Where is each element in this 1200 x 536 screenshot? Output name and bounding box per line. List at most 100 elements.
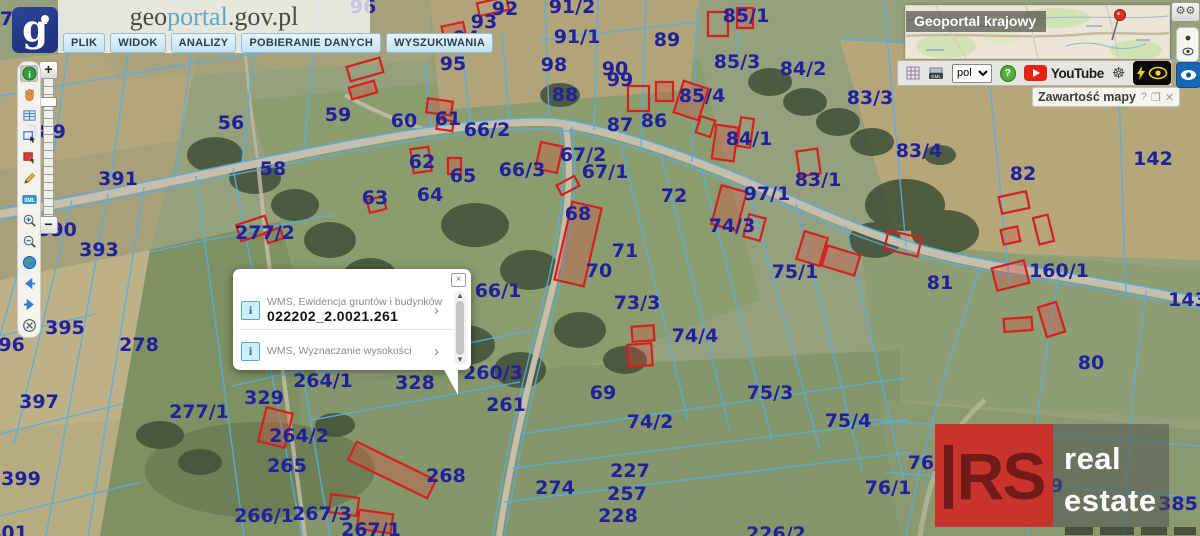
parcel-label: 266/1 [234, 505, 294, 527]
parcel-label: 396 [0, 334, 25, 356]
menu-widok[interactable]: WIDOK [110, 33, 165, 53]
popup-scrollbar[interactable]: ▲ ▼ [454, 291, 466, 365]
gml-download-button[interactable]: GML [928, 67, 944, 80]
watermark-dash [1174, 527, 1196, 535]
info-icon: i [22, 66, 37, 81]
parcel-label: 391 [98, 168, 138, 190]
zoom-out-tool-button[interactable] [20, 233, 38, 250]
parcel-label: 66/1 [475, 280, 522, 302]
select-area-button[interactable] [20, 128, 38, 145]
previous-view-button[interactable] [20, 275, 38, 292]
overview-minimap[interactable]: Geoportal krajowy [905, 5, 1170, 59]
parcel-label: 261 [486, 394, 526, 416]
lightning-icon [1136, 65, 1146, 81]
small-eye-icon [1182, 47, 1194, 56]
zoom-in-tool-button[interactable] [20, 212, 38, 229]
panel-close-icon[interactable]: ✕ [1165, 91, 1174, 104]
parcel-label: 264/1 [293, 370, 353, 392]
parcel-label: 85/4 [679, 85, 726, 107]
title-portal: portal [167, 2, 228, 31]
identify-results-popup: × i WMS, Ewidencja gruntów i budynków 02… [233, 269, 471, 370]
parcel-label: 81 [927, 272, 953, 294]
pan-tool-button[interactable] [20, 86, 38, 103]
parcel-label: 267/1 [341, 519, 401, 536]
title-geo: geo [130, 2, 168, 31]
map-contents-title: Zawartość mapy [1038, 90, 1137, 104]
xml-tool-button[interactable]: XML [20, 191, 38, 208]
info-icon: i [241, 301, 260, 320]
geoportal-logo[interactable]: g [12, 7, 58, 53]
globe-extent-button[interactable] [20, 254, 38, 271]
parcel-label: 268 [426, 465, 466, 487]
parcel-label: 328 [395, 372, 435, 394]
clear-selection-button[interactable] [20, 317, 38, 334]
popup-close-button[interactable]: × [451, 273, 466, 287]
gml-printer-icon: GML [928, 67, 944, 80]
parcel-label: 264/2 [269, 425, 329, 447]
parcel-label: 59 [325, 104, 351, 126]
gears-icon: ⚙⚙ [1176, 5, 1196, 17]
menu-pobieranie-danych[interactable]: POBIERANIE DANYCH [241, 33, 381, 53]
zoom-out-button[interactable]: − [39, 216, 58, 234]
select-red-area-button[interactable] [20, 149, 38, 166]
info-tool-button[interactable]: i [20, 65, 38, 82]
help-icon[interactable]: ? [1000, 65, 1016, 82]
parcel-label: 83/1 [795, 169, 842, 191]
scroll-up-icon[interactable]: ▲ [456, 292, 464, 300]
popup-result-row-egib[interactable]: i WMS, Ewidencja gruntów i budynków 0222… [241, 291, 441, 329]
parcel-label: 395 [45, 317, 85, 339]
parcel-label: 68 [565, 203, 591, 225]
panel-restore-icon[interactable]: ❐ [1151, 91, 1161, 104]
parcel-label: 85/1 [723, 5, 770, 27]
parcel-label: 64 [417, 184, 443, 206]
panel-help-icon[interactable]: ? [1141, 91, 1147, 103]
grid-icon [906, 66, 920, 80]
building-outline [1001, 226, 1021, 244]
grid-tool-button[interactable] [906, 66, 920, 80]
wheel-icon[interactable]: ☸ [1112, 66, 1125, 81]
parcel-label: 142 [1133, 148, 1173, 170]
menu-analizy[interactable]: ANALIZY [171, 33, 237, 53]
watermark-line1: real [1064, 438, 1169, 480]
parcel-label: 274 [535, 477, 575, 499]
youtube-link[interactable]: YouTube [1024, 65, 1104, 81]
parcel-label: 401 [0, 522, 28, 536]
watermark-line2: estate [1064, 480, 1169, 522]
scroll-down-icon[interactable]: ▼ [456, 356, 464, 364]
building-outline [656, 82, 673, 101]
wms-layer-title: WMS, Wyznaczanie wysokości [267, 345, 427, 357]
attributes-table-icon [22, 108, 37, 123]
parcel-label: 56 [218, 112, 244, 134]
parcel-label: 91/1 [554, 26, 601, 48]
info-icon: i [241, 342, 260, 361]
visibility-toggle-button[interactable] [1176, 62, 1200, 88]
next-view-button[interactable] [20, 296, 38, 313]
logo-dot [41, 15, 49, 23]
parcel-label: 72 [661, 185, 687, 207]
popup-callout-tail [443, 368, 458, 395]
collapsed-tools-panel[interactable] [1176, 27, 1199, 62]
parcel-label: 97/1 [744, 183, 791, 205]
rs-logo-box: RS [935, 424, 1053, 527]
rs-logo-bar [944, 445, 953, 509]
menu-plik[interactable]: PLIK [63, 33, 105, 53]
menu-wyszukiwania[interactable]: WYSZUKIWANIA [386, 33, 493, 53]
zoom-in-button[interactable]: + [39, 61, 58, 79]
parcel-label: 257 [607, 483, 647, 505]
parcel-label: 63 [362, 187, 388, 209]
parcel-label: 62 [409, 151, 435, 173]
draw-tool-button[interactable] [20, 170, 38, 187]
full-extent-icon [22, 318, 37, 333]
scrollbar-thumb[interactable] [456, 301, 464, 355]
attribute-table-button[interactable] [20, 107, 38, 124]
parcel-label: 75/3 [747, 382, 794, 404]
language-select[interactable]: pol [952, 64, 992, 83]
high-contrast-toggle[interactable] [1133, 61, 1171, 85]
settings-gears-button[interactable]: ⚙⚙ [1171, 2, 1200, 22]
popup-result-row-heights[interactable]: i WMS, Wyznaczanie wysokości › [241, 332, 441, 370]
building-outline [632, 325, 655, 341]
parcel-label: 66/2 [464, 119, 511, 141]
parcel-label: 84/1 [726, 128, 773, 150]
parcel-label: 61 [435, 108, 461, 130]
parcel-label: 83/3 [847, 87, 894, 109]
